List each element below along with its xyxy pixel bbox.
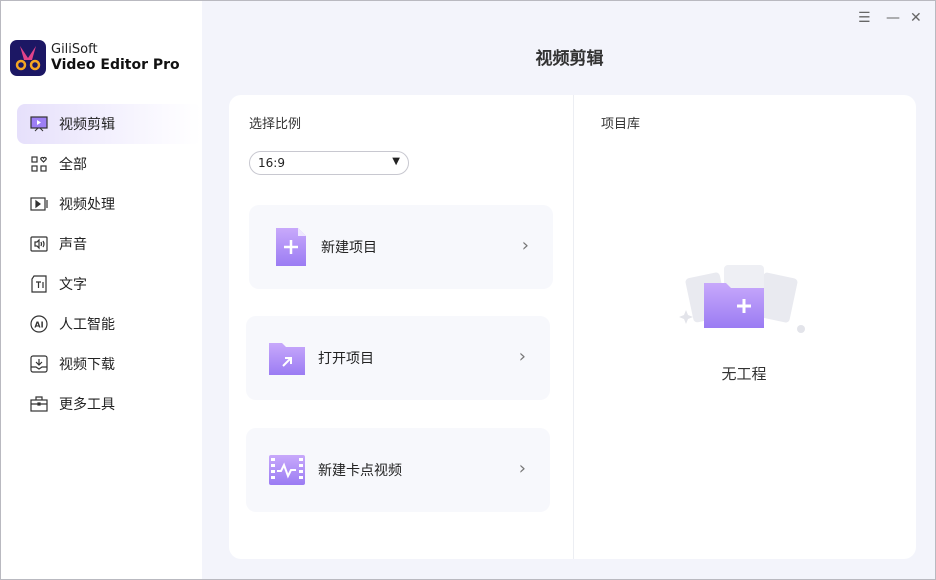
minimize-icon: — (886, 10, 900, 26)
app-logo (10, 40, 46, 76)
ratio-label: 选择比例 (249, 117, 302, 132)
divider (573, 95, 574, 559)
ratio-select[interactable]: 16:9 ▼ (249, 151, 409, 175)
video-edit-icon (30, 116, 48, 132)
ratio-value: 16:9 (258, 156, 285, 170)
library-label: 项目库 (601, 117, 641, 132)
sidebar-item-label: 文字 (59, 277, 87, 293)
new-file-icon (276, 228, 306, 266)
toolbox-icon (30, 396, 48, 412)
menu-button[interactable]: ☰ (858, 10, 871, 26)
option-label: 新建项目 (321, 240, 377, 256)
sidebar-item-label: 全部 (59, 157, 87, 173)
close-icon: ✕ (910, 10, 922, 26)
close-button[interactable]: ✕ (910, 10, 922, 26)
svg-text:AI: AI (34, 321, 43, 330)
sidebar-item-label: 视频剪辑 (59, 117, 115, 133)
sidebar-item-text[interactable]: 文字 (17, 264, 202, 304)
download-icon (30, 355, 48, 373)
sidebar-item-more-tools[interactable]: 更多工具 (17, 384, 202, 424)
sidebar-item-label: 视频下载 (59, 357, 115, 373)
sidebar-item-audio[interactable]: 声音 (17, 224, 202, 264)
sidebar-item-all[interactable]: 全部 (17, 144, 202, 184)
menu-icon: ☰ (858, 10, 871, 26)
sidebar-item-video-edit[interactable]: 视频剪辑 (17, 104, 202, 144)
chevron-right-icon: › (518, 458, 526, 479)
beat-video-icon (269, 455, 305, 485)
sidebar-item-video-process[interactable]: 视频处理 (17, 184, 202, 224)
sidebar: GiliSoft Video Editor Pro 视频剪辑 全部 视频处理 声… (1, 1, 202, 579)
empty-folder-icon (679, 265, 805, 333)
new-project-button[interactable]: 新建项目 › (249, 205, 553, 289)
brand-name: GiliSoft (51, 42, 98, 57)
text-icon (31, 275, 47, 293)
sidebar-item-ai[interactable]: AI 人工智能 (17, 304, 202, 344)
audio-icon (30, 236, 48, 252)
sidebar-item-label: 更多工具 (59, 397, 115, 413)
empty-state-text: 无工程 (721, 365, 767, 383)
option-label: 打开项目 (318, 351, 374, 367)
sidebar-item-label: 视频处理 (59, 197, 115, 213)
open-project-button[interactable]: 打开项目 › (246, 316, 550, 400)
chevron-down-icon: ▼ (392, 156, 400, 167)
new-beat-video-button[interactable]: 新建卡点视频 › (246, 428, 550, 512)
sidebar-item-download[interactable]: 视频下载 (17, 344, 202, 384)
main-card: 选择比例 16:9 ▼ 新建项目 › 打开项目 › 新建卡点视频 › 项目库 无工程 (229, 95, 916, 559)
option-label: 新建卡点视频 (318, 463, 402, 479)
sidebar-item-label: 声音 (59, 237, 87, 253)
video-process-icon (30, 197, 48, 211)
minimize-button[interactable]: — (886, 10, 900, 26)
ai-icon: AI (30, 315, 48, 333)
product-name: Video Editor Pro (51, 57, 180, 73)
chevron-right-icon: › (521, 235, 529, 256)
page-title: 视频剪辑 (535, 49, 604, 69)
open-folder-icon (269, 343, 305, 375)
sidebar-item-label: 人工智能 (59, 317, 115, 333)
app-window: GiliSoft Video Editor Pro 视频剪辑 全部 视频处理 声… (0, 0, 936, 580)
chevron-right-icon: › (518, 346, 526, 367)
grid-icon (31, 156, 47, 172)
